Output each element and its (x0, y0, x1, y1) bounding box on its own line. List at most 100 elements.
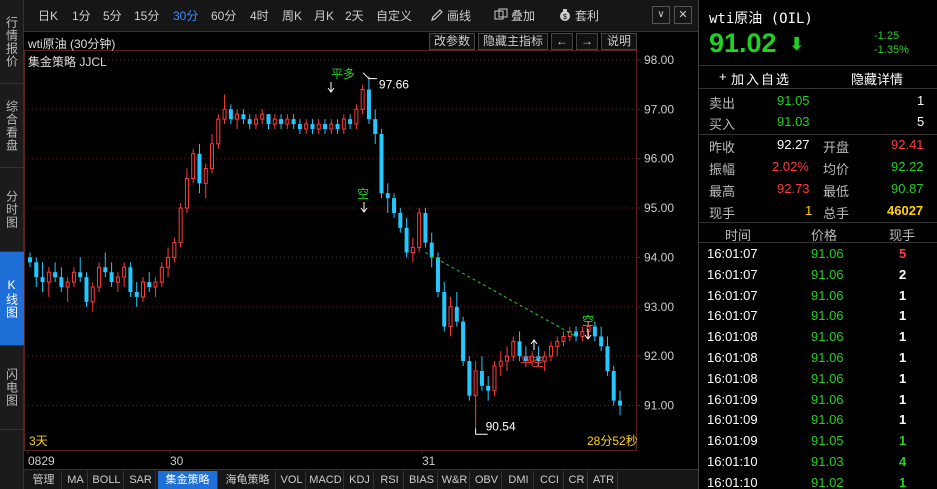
period-day[interactable]: 日K (38, 7, 58, 24)
period-1min[interactable]: 1分 (72, 7, 91, 24)
indicator-tab[interactable]: ATR (590, 471, 618, 489)
candle-body (260, 113, 265, 120)
indicator-tab[interactable]: MA (64, 471, 88, 489)
indicator-tab[interactable]: 管理 (26, 471, 62, 489)
y-tick-label: 96.00 (644, 152, 674, 166)
period-15min[interactable]: 15分 (134, 7, 159, 24)
tick-vol: 1 (899, 329, 907, 345)
candle-body (84, 277, 89, 302)
tick-vol: 1 (899, 308, 907, 324)
indicator-tab[interactable]: BIAS (406, 471, 438, 489)
price-change: -1.25 (874, 30, 900, 42)
add-watchlist-button[interactable]: 加入自选 (731, 69, 791, 88)
prev-close-value: 92.27 (777, 137, 810, 152)
period-custom[interactable]: 自定义 (376, 7, 412, 24)
nav-kline[interactable]: K线图 (0, 252, 24, 346)
overlay-button[interactable]: 叠加 (511, 7, 535, 24)
avg-label: 均价 (823, 162, 850, 177)
tick-price: 91.06 (811, 370, 844, 386)
hide-detail-button[interactable]: 隐藏详情 (851, 69, 903, 88)
plus-icon[interactable]: + (719, 69, 727, 84)
indicator-tabs: 管理 MA BOLL SAR 集金策略 海龟策略 VOL MACD KDJ RSI BIAS W&R O… (24, 469, 698, 489)
arbitrage-button[interactable]: 套利 (575, 7, 599, 24)
period-60min[interactable]: 60分 (211, 7, 236, 24)
amplitude-value: 2.02% (772, 159, 809, 174)
candle-body (235, 113, 240, 120)
tick-row: 16:01:09 91.06 1 (699, 410, 929, 431)
signal-arrow (530, 339, 538, 350)
tick-row: 16:01:07 91.06 1 (699, 286, 929, 307)
indicator-tab[interactable]: DMI (504, 471, 534, 489)
draw-line-button[interactable]: 画线 (447, 7, 471, 24)
pencil-icon[interactable] (430, 8, 444, 22)
hide-main-indicator-button[interactable]: 隐藏主指标 (478, 33, 548, 50)
nav-quotes[interactable]: 行情报价 (0, 0, 24, 84)
period-count-label: 3天 (29, 434, 48, 448)
prev-close-label: 昨收 (709, 140, 736, 155)
candle-body (222, 108, 227, 120)
indicator-tab[interactable]: KDJ (346, 471, 374, 489)
indicator-tab[interactable]: 集金策略 (158, 471, 218, 489)
help-button[interactable]: 说明 (601, 33, 637, 50)
close-icon[interactable]: ✕ (674, 6, 692, 24)
tick-time: 16:01:10 (707, 474, 758, 489)
period-2day[interactable]: 2天 (345, 7, 364, 24)
candle-body (140, 281, 145, 298)
y-tick-label: 91.00 (644, 399, 674, 413)
candle-body (297, 124, 302, 130)
candle-body (147, 282, 152, 288)
buy-price: 91.03 (777, 114, 810, 129)
nav-overview[interactable]: 综合看盘 (0, 84, 24, 168)
period-30min[interactable]: 30分 (173, 7, 198, 24)
indicator-tab[interactable]: MACD (308, 471, 344, 489)
money-bag-icon[interactable]: $ (558, 8, 572, 22)
candle-body (253, 118, 258, 125)
nav-flash[interactable]: 闪电图 (0, 346, 24, 430)
low-label: 最低 (823, 184, 850, 199)
tick-row: 16:01:07 91.06 5 (699, 244, 929, 265)
indicator-tab[interactable]: W&R (440, 471, 470, 489)
tick-price: 91.06 (811, 266, 844, 282)
divider (699, 222, 937, 223)
sell-qty: 1 (917, 93, 925, 108)
divider (699, 88, 937, 89)
arrow-right-icon[interactable]: → (576, 33, 598, 50)
indicator-tab[interactable]: BOLL (90, 471, 124, 489)
chart-title: wti原油 (30分钟) (28, 37, 116, 51)
nav-timeshare[interactable]: 分时图 (0, 168, 24, 252)
candle-body (34, 262, 39, 278)
candle-body (611, 370, 616, 401)
indicator-tab[interactable]: SAR (126, 471, 156, 489)
tick-price: 91.06 (811, 308, 844, 324)
candle-body (498, 360, 503, 367)
kline-chart[interactable]: 98.00 97.00 96.00 95.00 94.00 93.00 92.00 91.00… (24, 32, 698, 469)
tick-vol: 1 (899, 350, 907, 365)
indicator-tab[interactable]: 海龟策略 (220, 471, 276, 489)
period-5min[interactable]: 5分 (103, 7, 122, 24)
tick-time: 16:01:07 (707, 308, 758, 324)
price-change-pct: -1.35% (874, 44, 909, 56)
candle-body (53, 272, 58, 278)
indicator-tab[interactable]: OBV (472, 471, 502, 489)
candle-body (285, 118, 290, 125)
candle-body (216, 118, 221, 145)
candle-body (354, 108, 359, 125)
plot-frame (24, 50, 637, 451)
candle-body (266, 114, 271, 125)
tick-price: 91.06 (811, 412, 844, 428)
indicator-tab[interactable]: RSI (376, 471, 404, 489)
current-vol-value: 1 (805, 203, 813, 218)
tick-time: 16:01:08 (707, 370, 758, 386)
period-4h[interactable]: 4时 (250, 7, 269, 24)
period-month[interactable]: 月K (314, 7, 334, 24)
chevron-down-icon[interactable]: ∨ (652, 6, 670, 24)
arrow-left-icon[interactable]: ← (551, 33, 573, 50)
indicator-tab[interactable]: VOL (278, 471, 306, 489)
tick-row: 16:01:09 91.05 1 (699, 431, 929, 452)
edit-params-button[interactable]: 改参数 (429, 33, 475, 50)
indicator-tab[interactable]: CR (566, 471, 588, 489)
overlay-icon[interactable] (494, 8, 508, 22)
period-week[interactable]: 周K (282, 7, 302, 24)
candle-body (97, 266, 102, 288)
indicator-tab[interactable]: CCI (536, 471, 564, 489)
